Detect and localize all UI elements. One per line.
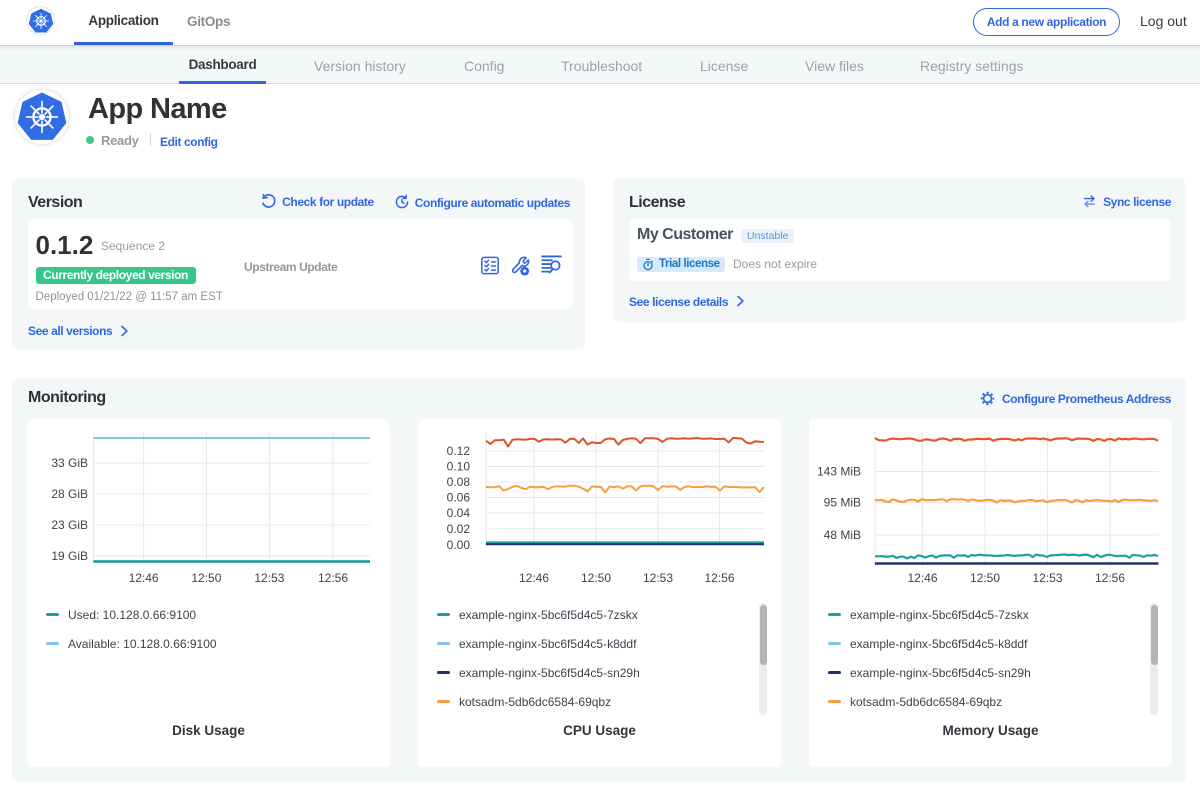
svg-text:0.04: 0.04 <box>447 506 471 520</box>
svg-text:12:53: 12:53 <box>643 571 673 585</box>
svg-text:12:50: 12:50 <box>970 571 1000 585</box>
svg-text:0.10: 0.10 <box>447 460 471 474</box>
svg-text:0.08: 0.08 <box>447 475 471 489</box>
svg-text:95 MiB: 95 MiB <box>824 496 861 510</box>
svg-text:143 MiB: 143 MiB <box>817 465 861 479</box>
svg-text:19 GiB: 19 GiB <box>51 549 88 563</box>
svg-text:0.00: 0.00 <box>447 538 471 552</box>
svg-text:0.02: 0.02 <box>447 522 471 536</box>
svg-text:12:56: 12:56 <box>1095 571 1125 585</box>
svg-text:23 GiB: 23 GiB <box>51 518 88 532</box>
svg-text:12:56: 12:56 <box>318 571 348 585</box>
svg-text:12:56: 12:56 <box>704 571 734 585</box>
svg-text:12:53: 12:53 <box>1032 571 1062 585</box>
svg-text:12:53: 12:53 <box>254 571 284 585</box>
svg-text:48 MiB: 48 MiB <box>824 528 861 542</box>
svg-text:12:46: 12:46 <box>129 571 159 585</box>
svg-text:0.12: 0.12 <box>447 444 471 458</box>
svg-text:0.06: 0.06 <box>447 491 471 505</box>
svg-text:12:50: 12:50 <box>191 571 221 585</box>
svg-text:12:46: 12:46 <box>519 571 549 585</box>
svg-text:28 GiB: 28 GiB <box>51 487 88 501</box>
svg-text:12:50: 12:50 <box>581 571 611 585</box>
svg-text:12:46: 12:46 <box>907 571 937 585</box>
svg-text:33 GiB: 33 GiB <box>51 456 88 470</box>
